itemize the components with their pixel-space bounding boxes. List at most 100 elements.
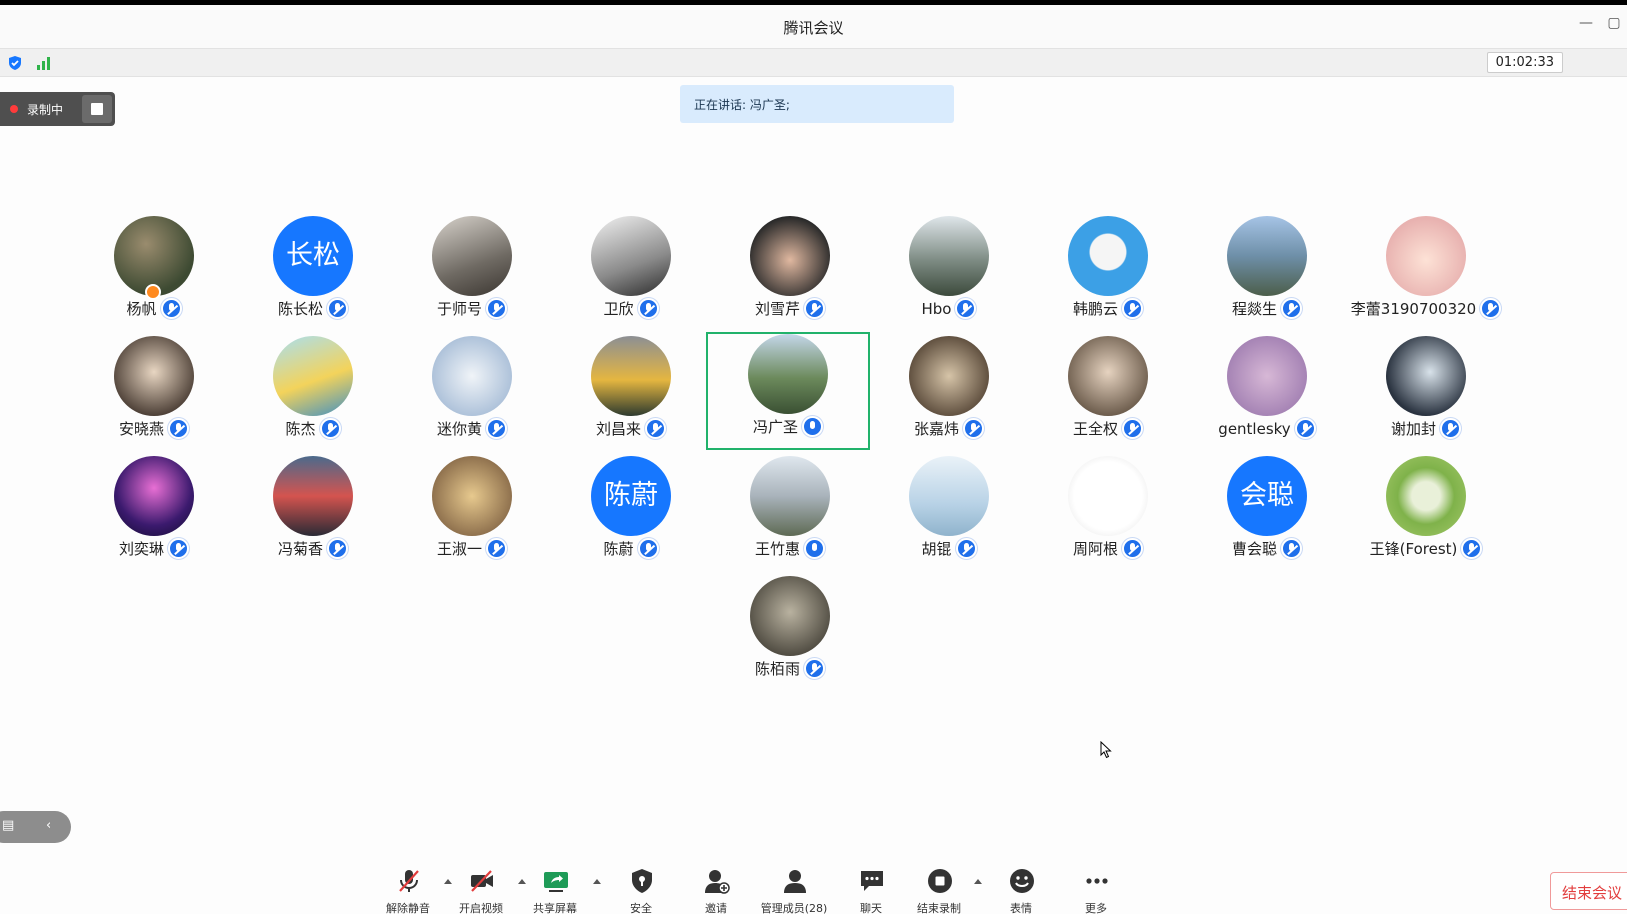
avatar <box>1386 456 1466 536</box>
recording-dot-icon <box>10 105 18 113</box>
signal-icon[interactable] <box>36 56 52 70</box>
participant-tile[interactable]: 刘昌来 <box>549 334 713 450</box>
avatar <box>1068 216 1148 296</box>
mic-muted-icon[interactable] <box>486 298 507 319</box>
avatar <box>432 216 512 296</box>
shield-icon[interactable] <box>7 55 23 71</box>
mic-muted-icon[interactable] <box>486 538 507 559</box>
reactions-button[interactable]: 表情 <box>986 868 1056 914</box>
mic-muted-icon[interactable] <box>637 538 659 559</box>
chat-bubble-icon: ▤ <box>2 818 15 833</box>
participant-tile[interactable]: 张嘉炜 <box>867 334 1031 450</box>
participant-tile[interactable]: 周阿根 <box>1026 454 1190 570</box>
mic-muted-icon[interactable] <box>160 298 182 319</box>
mic-muted-icon[interactable] <box>804 658 825 679</box>
participant-tile[interactable]: 胡锟 <box>867 454 1031 570</box>
mic-muted-icon[interactable] <box>645 418 666 439</box>
mic-muted-icon[interactable] <box>1281 298 1302 319</box>
side-panel-toggle[interactable]: ▤ ‹ <box>0 811 71 843</box>
mic-muted-icon[interactable] <box>1122 418 1143 439</box>
invite-button[interactable]: 邀请 <box>681 868 751 914</box>
participant-name: 刘奕琳 <box>118 540 164 558</box>
mouse-cursor-icon <box>1100 741 1112 759</box>
security-button[interactable]: 安全 <box>606 868 676 914</box>
stop-recording-label: 结束录制 <box>917 902 961 914</box>
emoji-icon <box>1010 869 1034 893</box>
participant-tile[interactable]: 杨帆 <box>72 214 236 330</box>
mic-muted-icon[interactable] <box>327 538 348 559</box>
participant-tile[interactable]: 刘雪芹 <box>708 214 872 330</box>
mic-muted-icon[interactable] <box>1122 298 1143 319</box>
participant-tile[interactable]: 于师号 <box>390 214 554 330</box>
unmute-button[interactable]: 解除静音 <box>373 868 443 914</box>
manage-members-button[interactable]: 管理成员(28) <box>759 868 829 914</box>
chevron-up-icon[interactable] <box>592 877 602 885</box>
mic-on-icon[interactable] <box>804 538 825 559</box>
participant-name-line: 安晓燕 <box>72 418 236 439</box>
chat-icon <box>861 871 883 891</box>
minimize-button[interactable]: — <box>1576 13 1596 33</box>
chevron-up-icon[interactable] <box>973 877 983 885</box>
mic-muted-icon[interactable] <box>955 538 977 559</box>
participant-tile[interactable]: 安晓燕 <box>72 334 236 450</box>
mic-muted-icon[interactable] <box>1461 538 1483 559</box>
mic-muted-icon[interactable] <box>168 538 189 559</box>
mic-muted-icon[interactable] <box>1440 418 1461 439</box>
avatar <box>909 456 989 536</box>
avatar <box>909 336 989 416</box>
participant-name-line: 刘雪芹 <box>708 298 872 319</box>
end-meeting-button[interactable]: 结束会议 <box>1550 872 1627 910</box>
share-screen-button[interactable]: 共享屏幕 <box>520 868 590 914</box>
participant-tile[interactable]: 王淑一 <box>390 454 554 570</box>
participant-tile[interactable]: Hbo <box>867 214 1031 330</box>
participant-tile[interactable]: 长松 陈长松 <box>231 214 395 330</box>
more-button[interactable]: 更多 <box>1061 868 1131 914</box>
participant-tile[interactable]: 卫欣 <box>549 214 713 330</box>
mic-muted-icon[interactable] <box>804 298 825 319</box>
participant-name-line: 李蕾3190700320 <box>1344 298 1508 319</box>
participant-tile[interactable]: 王锋(Forest) <box>1344 454 1508 570</box>
participant-name: 卫欣 <box>603 300 634 318</box>
mic-muted-icon[interactable] <box>1294 418 1316 439</box>
participant-tile[interactable]: 冯菊香 <box>231 454 395 570</box>
participant-name-line: 王锋(Forest) <box>1344 538 1508 559</box>
participant-tile[interactable]: 程燚生 <box>1185 214 1349 330</box>
share-screen-icon <box>544 872 568 892</box>
mic-muted-icon[interactable] <box>637 298 659 319</box>
participant-tile-active-speaker[interactable]: 冯广圣 <box>706 332 870 450</box>
mic-on-icon[interactable] <box>802 416 823 437</box>
participant-tile[interactable]: 王竹惠 <box>708 454 872 570</box>
video-button[interactable]: 开启视频 <box>446 868 516 914</box>
more-icon <box>1086 878 1108 884</box>
stop-recording-button[interactable]: 结束录制 <box>904 868 974 914</box>
mic-muted-icon[interactable] <box>963 418 984 439</box>
status-bar: 01:02:33 <box>0 48 1627 77</box>
participant-name-line: 谢加封 <box>1344 418 1508 439</box>
avatar <box>114 456 194 536</box>
participant-tile[interactable]: 迷你黄 <box>390 334 554 450</box>
mic-muted-icon[interactable] <box>327 298 348 319</box>
participant-tile[interactable]: 会聪 曹会聪 <box>1185 454 1349 570</box>
maximize-button[interactable]: ▢ <box>1604 13 1624 33</box>
participant-name-line: 迷你黄 <box>390 418 554 439</box>
mic-muted-icon[interactable] <box>486 418 507 439</box>
mic-muted-icon[interactable] <box>319 418 341 439</box>
mic-muted-icon[interactable] <box>955 298 977 319</box>
participant-tile[interactable]: 陈栢雨 <box>708 574 872 690</box>
participant-tile[interactable]: 王全权 <box>1026 334 1190 450</box>
mic-muted-icon[interactable] <box>1480 298 1502 319</box>
mic-muted-icon[interactable] <box>168 418 189 439</box>
recording-label: 录制中 <box>27 103 64 117</box>
participant-tile[interactable]: 刘奕琳 <box>72 454 236 570</box>
mic-muted-icon[interactable] <box>1122 538 1143 559</box>
participant-name: 安晓燕 <box>118 420 164 438</box>
recording-stop-button[interactable] <box>82 95 112 123</box>
participant-tile[interactable]: 韩鹏云 <box>1026 214 1190 330</box>
participant-tile[interactable]: 李蕾3190700320 <box>1344 214 1508 330</box>
participant-tile[interactable]: 谢加封 <box>1344 334 1508 450</box>
avatar <box>432 456 512 536</box>
mic-muted-icon[interactable] <box>1281 538 1302 559</box>
participant-tile[interactable]: 陈杰 <box>231 334 395 450</box>
participant-tile[interactable]: gentlesky <box>1185 334 1349 450</box>
participant-tile[interactable]: 陈蔚 陈蔚 <box>549 454 713 570</box>
